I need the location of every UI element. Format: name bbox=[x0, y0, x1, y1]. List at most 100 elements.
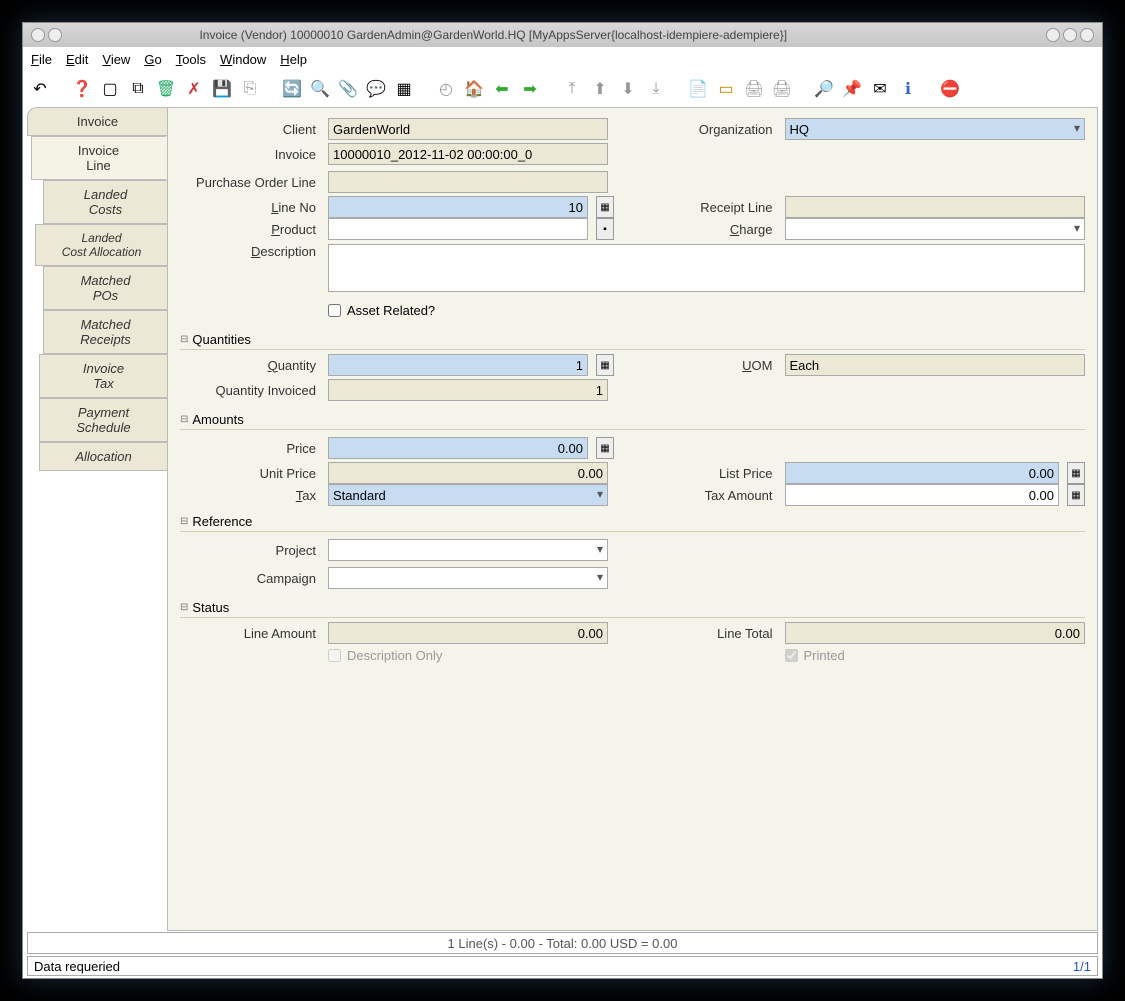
field-unit-price: 0.00 bbox=[328, 462, 608, 484]
lineno-calc-icon[interactable]: ▦ bbox=[596, 196, 614, 218]
back-icon[interactable]: ⬅ bbox=[491, 78, 513, 100]
field-uom: Each bbox=[785, 354, 1086, 376]
close-icon[interactable] bbox=[1080, 28, 1094, 42]
tab-landed-cost-allocation[interactable]: Landed Cost Allocation bbox=[35, 224, 167, 266]
copy-icon[interactable]: ⧉ bbox=[127, 78, 149, 100]
section-amounts[interactable]: Amounts bbox=[180, 412, 1085, 430]
field-client: GardenWorld bbox=[328, 118, 608, 140]
status-footer: Data requeried 1/1 bbox=[27, 956, 1098, 976]
forward-icon[interactable]: ➡ bbox=[519, 78, 541, 100]
window-icons-right bbox=[1046, 28, 1094, 42]
history-icon[interactable]: ◴ bbox=[435, 78, 457, 100]
menu-go[interactable]: Go bbox=[144, 52, 161, 67]
delete-selection-icon[interactable]: ✗ bbox=[183, 78, 205, 100]
grid-icon[interactable]: ▦ bbox=[393, 78, 415, 100]
label-tax-amount: Tax Amount bbox=[637, 488, 777, 503]
field-organization[interactable]: HQ bbox=[785, 118, 1086, 140]
product-lookup-icon[interactable]: ▪ bbox=[596, 218, 614, 240]
save-new-icon[interactable]: ⎘ bbox=[239, 78, 261, 100]
label-receipt: Receipt Line bbox=[637, 200, 777, 215]
undo-icon[interactable]: ↶ bbox=[29, 78, 51, 100]
form-panel: Client GardenWorld Organization HQ Invoi… bbox=[167, 107, 1098, 931]
app-window: Invoice (Vendor) 10000010 GardenAdmin@Ga… bbox=[22, 22, 1103, 979]
label-qty-invoiced: Quantity Invoiced bbox=[180, 383, 320, 398]
home-icon[interactable]: 🏠 bbox=[463, 78, 485, 100]
price-calc-icon[interactable]: ▦ bbox=[596, 437, 614, 459]
refresh-icon[interactable]: 🔄 bbox=[281, 78, 303, 100]
field-tax-amount[interactable]: 0.00 bbox=[785, 484, 1060, 506]
field-description[interactable] bbox=[328, 244, 1085, 292]
field-quantity[interactable]: 1 bbox=[328, 354, 588, 376]
quantity-calc-icon[interactable]: ▦ bbox=[596, 354, 614, 376]
field-charge[interactable] bbox=[785, 218, 1086, 240]
first-icon[interactable]: ⤒ bbox=[561, 78, 583, 100]
window-icons-left bbox=[31, 28, 62, 42]
request-icon[interactable]: ✉ bbox=[869, 78, 891, 100]
menu-tools[interactable]: Tools bbox=[176, 52, 206, 67]
prev-icon[interactable]: ⬆ bbox=[589, 78, 611, 100]
end-icon[interactable]: ⛔ bbox=[939, 78, 961, 100]
new-icon[interactable]: ▢ bbox=[99, 78, 121, 100]
menu-view[interactable]: View bbox=[102, 52, 130, 67]
field-line-total: 0.00 bbox=[785, 622, 1086, 644]
section-quantities[interactable]: Quantities bbox=[180, 332, 1085, 350]
workflow-icon[interactable]: 📌 bbox=[841, 78, 863, 100]
field-campaign[interactable] bbox=[328, 567, 608, 589]
window-sticky-icon[interactable] bbox=[48, 28, 62, 42]
window-title: Invoice (Vendor) 10000010 GardenAdmin@Ga… bbox=[199, 28, 787, 42]
delete-icon[interactable]: 🗑 bbox=[155, 78, 177, 100]
label-description: Description bbox=[180, 244, 320, 259]
label-quantity: Quantity bbox=[180, 358, 320, 373]
tab-payment-schedule[interactable]: Payment Schedule bbox=[39, 398, 167, 442]
help-icon[interactable]: ❓ bbox=[71, 78, 93, 100]
toolbar: ↶ ❓ ▢ ⧉ 🗑 ✗ 💾 ⎘ 🔄 🔍 📎 💬 ▦ ◴ 🏠 ⬅ ➡ ⤒ ⬆ ⬇ … bbox=[23, 71, 1102, 107]
print-preview-icon[interactable]: 🖨 bbox=[743, 78, 765, 100]
field-tax[interactable]: Standard bbox=[328, 484, 608, 506]
tab-invoice-tax[interactable]: Invoice Tax bbox=[39, 354, 167, 398]
label-campaign: Campaign bbox=[180, 571, 320, 586]
tab-allocation[interactable]: Allocation bbox=[39, 442, 167, 471]
find-icon[interactable]: 🔍 bbox=[309, 78, 331, 100]
field-lineno[interactable]: 10 bbox=[328, 196, 588, 218]
menu-help[interactable]: Help bbox=[280, 52, 307, 67]
field-invoice: 10000010_2012-11-02 00:00:00_0 bbox=[328, 143, 608, 165]
section-status[interactable]: Status bbox=[180, 600, 1085, 618]
tab-invoice[interactable]: Invoice bbox=[27, 107, 167, 136]
section-reference[interactable]: Reference bbox=[180, 514, 1085, 532]
field-list-price[interactable]: 0.00 bbox=[785, 462, 1060, 484]
field-product[interactable] bbox=[328, 218, 588, 240]
archive-icon[interactable]: ▭ bbox=[715, 78, 737, 100]
tab-matched-receipts[interactable]: Matched Receipts bbox=[43, 310, 167, 354]
tax-amount-calc-icon[interactable]: ▦ bbox=[1067, 484, 1085, 506]
menu-file[interactable]: File bbox=[31, 52, 52, 67]
content-area: Invoice Invoice Line Landed Costs Landed… bbox=[27, 107, 1098, 931]
checkbox-description-only: Description Only bbox=[328, 648, 442, 663]
titlebar: Invoice (Vendor) 10000010 GardenAdmin@Ga… bbox=[23, 23, 1102, 47]
label-unit-price: Unit Price bbox=[180, 466, 320, 481]
print-icon[interactable]: 🖨 bbox=[771, 78, 793, 100]
label-client: Client bbox=[180, 122, 320, 137]
next-icon[interactable]: ⬇ bbox=[617, 78, 639, 100]
report-icon[interactable]: 📄 bbox=[687, 78, 709, 100]
save-icon[interactable]: 💾 bbox=[211, 78, 233, 100]
status-summary: 1 Line(s) - 0.00 - Total: 0.00 USD = 0.0… bbox=[27, 932, 1098, 954]
chat-icon[interactable]: 💬 bbox=[365, 78, 387, 100]
window-menu-icon[interactable] bbox=[31, 28, 45, 42]
menu-window[interactable]: Window bbox=[220, 52, 266, 67]
label-organization: Organization bbox=[637, 122, 777, 137]
label-line-total: Line Total bbox=[637, 626, 777, 641]
list-price-calc-icon[interactable]: ▦ bbox=[1067, 462, 1085, 484]
tab-matched-pos[interactable]: Matched POs bbox=[43, 266, 167, 310]
minimize-icon[interactable] bbox=[1046, 28, 1060, 42]
maximize-icon[interactable] bbox=[1063, 28, 1077, 42]
tab-landed-costs[interactable]: Landed Costs bbox=[43, 180, 167, 224]
attachment-icon[interactable]: 📎 bbox=[337, 78, 359, 100]
checkbox-asset-related[interactable]: Asset Related? bbox=[328, 303, 435, 318]
product-info-icon[interactable]: ℹ bbox=[897, 78, 919, 100]
field-price[interactable]: 0.00 bbox=[328, 437, 588, 459]
field-project[interactable] bbox=[328, 539, 608, 561]
last-icon[interactable]: ⤓ bbox=[645, 78, 667, 100]
tab-invoice-line[interactable]: Invoice Line bbox=[31, 136, 167, 180]
menu-edit[interactable]: Edit bbox=[66, 52, 88, 67]
zoom-across-icon[interactable]: 🔎 bbox=[813, 78, 835, 100]
